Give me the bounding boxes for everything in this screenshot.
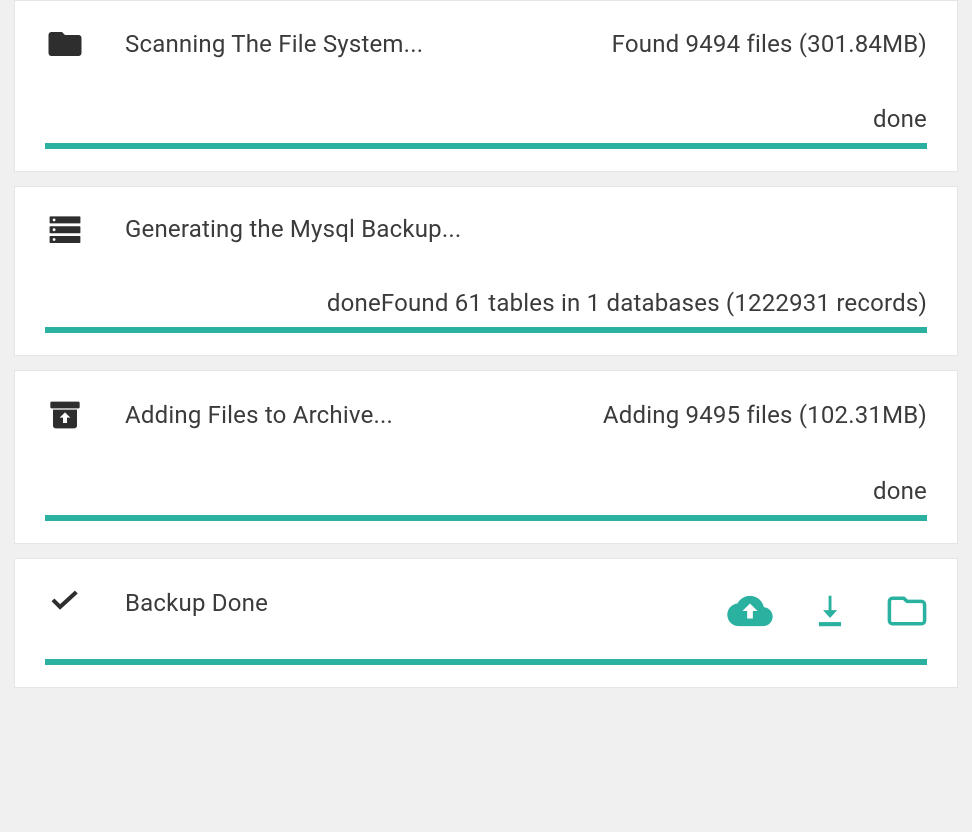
folder-icon (45, 29, 85, 59)
step-status: done (45, 105, 927, 133)
step-header: Adding Files to Archive... Adding 9495 f… (45, 399, 927, 431)
step-title: Backup Done (125, 589, 268, 617)
progress-bar (45, 143, 927, 149)
backup-actions (727, 593, 927, 629)
step-detail: Adding 9495 files (102.31MB) (603, 401, 927, 429)
step-header: Backup Done (45, 587, 927, 629)
archive-icon (45, 399, 85, 431)
step-header: Scanning The File System... Found 9494 f… (45, 29, 927, 59)
step-mysql: Generating the Mysql Backup... doneFound… (14, 186, 958, 356)
progress-bar (45, 515, 927, 521)
step-title: Adding Files to Archive... (125, 401, 393, 429)
download-button[interactable] (813, 593, 847, 629)
step-detail: Found 9494 files (301.84MB) (612, 30, 927, 58)
folder-open-button[interactable] (887, 595, 927, 627)
step-title: Scanning The File System... (125, 30, 423, 58)
backup-progress-panel: Scanning The File System... Found 9494 f… (0, 0, 972, 688)
step-header: Generating the Mysql Backup... (45, 215, 927, 243)
step-title: Generating the Mysql Backup... (125, 215, 461, 243)
step-scanning: Scanning The File System... Found 9494 f… (14, 0, 958, 172)
step-done: Backup Done (14, 558, 958, 688)
progress-bar (45, 659, 927, 665)
step-status: doneFound 61 tables in 1 databases (1222… (45, 289, 927, 317)
step-status: done (45, 477, 927, 505)
progress-bar (45, 327, 927, 333)
database-icon (45, 215, 85, 243)
check-icon (45, 589, 85, 615)
step-archive: Adding Files to Archive... Adding 9495 f… (14, 370, 958, 544)
cloud-upload-button[interactable] (727, 594, 773, 628)
